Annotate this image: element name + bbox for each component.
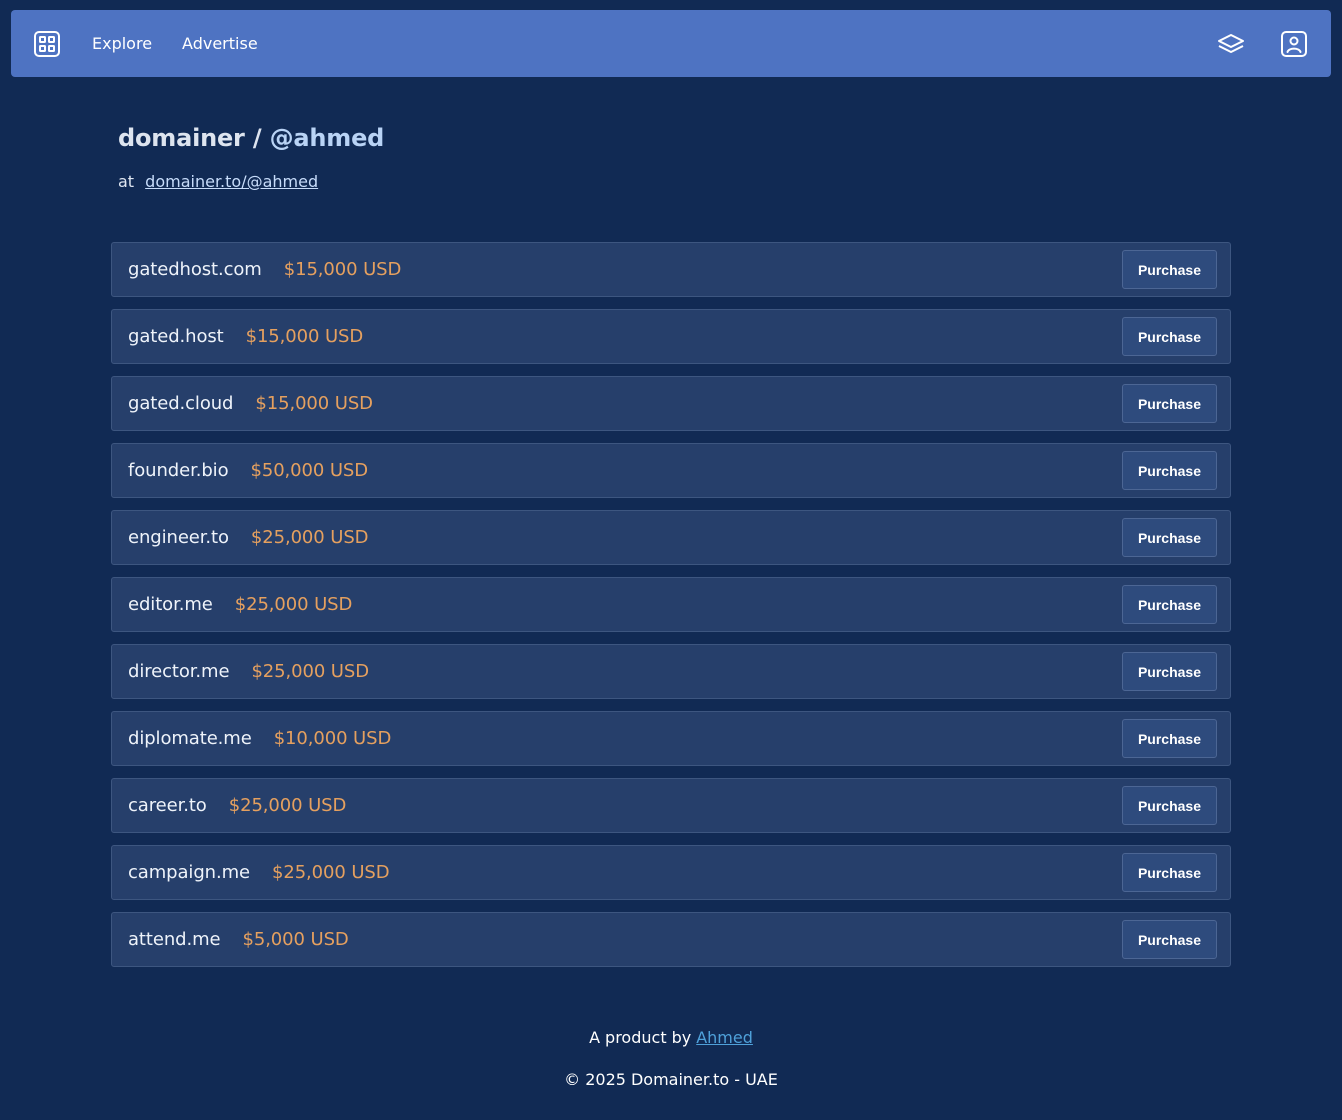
domain-row: campaign.me $25,000 USD Purchase — [111, 845, 1231, 900]
domain-row: editor.me $25,000 USD Purchase — [111, 577, 1231, 632]
footer-copyright: © 2025 Domainer.to - UAE — [0, 1070, 1342, 1089]
purchase-button[interactable]: Purchase — [1122, 719, 1217, 758]
domain-name[interactable]: career.to — [128, 795, 207, 816]
footer-credit: Aproduct by Ahmed — [0, 1028, 1342, 1047]
domain-row: attend.me $5,000 USD Purchase — [111, 912, 1231, 967]
footer-by: by — [671, 1028, 692, 1047]
domain-name[interactable]: gated.cloud — [128, 393, 233, 414]
profile-icon[interactable] — [1279, 29, 1309, 59]
domain-name[interactable]: director.me — [128, 661, 230, 682]
footer-brand: Domainer.to - UAE — [630, 1070, 778, 1089]
author-link[interactable]: Ahmed — [696, 1028, 753, 1047]
domain-name[interactable]: gatedhost.com — [128, 259, 262, 280]
nav-right — [1216, 10, 1331, 77]
domain-row: founder.bio $50,000 USD Purchase — [111, 443, 1231, 498]
domain-name[interactable]: engineer.to — [128, 527, 229, 548]
nav-link-advertise[interactable]: Advertise — [182, 34, 258, 53]
domain-price: $50,000 USD — [250, 460, 369, 481]
domain-row: director.me $25,000 USD Purchase — [111, 644, 1231, 699]
title-handle: @ahmed — [269, 124, 385, 152]
purchase-button[interactable]: Purchase — [1122, 451, 1217, 490]
purchase-button[interactable]: Purchase — [1122, 652, 1217, 691]
domain-name[interactable]: diplomate.me — [128, 728, 252, 749]
purchase-button[interactable]: Purchase — [1122, 317, 1217, 356]
domain-row: engineer.to $25,000 USD Purchase — [111, 510, 1231, 565]
grid-icon[interactable] — [33, 30, 61, 58]
purchase-button[interactable]: Purchase — [1122, 518, 1217, 557]
purchase-button[interactable]: Purchase — [1122, 585, 1217, 624]
purchase-button[interactable]: Purchase — [1122, 786, 1217, 825]
nav-link-explore[interactable]: Explore — [92, 34, 152, 53]
domain-name[interactable]: editor.me — [128, 594, 213, 615]
title-prefix: domainer / — [118, 124, 262, 152]
domain-price: $15,000 USD — [255, 393, 373, 414]
domain-price: $25,000 USD — [234, 594, 353, 615]
domain-row: diplomate.me $10,000 USD Purchase — [111, 711, 1231, 766]
purchase-button[interactable]: Purchase — [1122, 920, 1217, 959]
domain-row: career.to $25,000 USD Purchase — [111, 778, 1231, 833]
domain-row: gatedhost.com $15,000 USD Purchase — [111, 242, 1231, 297]
domain-row: gated.cloud $15,000 USD Purchase — [111, 376, 1231, 431]
domain-row: gated.host $15,000 USD Purchase — [111, 309, 1231, 364]
domain-name[interactable]: gated.host — [128, 326, 224, 347]
top-navbar: Explore Advertise — [11, 10, 1331, 77]
footer-a: A — [589, 1028, 601, 1047]
domain-price: $10,000 USD — [273, 728, 392, 749]
profile-header: domainer / @ahmed at domainer.to/@ahmed — [118, 124, 384, 191]
profile-subline: at domainer.to/@ahmed — [118, 172, 384, 191]
domain-list: gatedhost.com $15,000 USD Purchase gated… — [111, 242, 1231, 979]
domain-price: $25,000 USD — [250, 527, 369, 548]
at-label: at — [118, 172, 135, 191]
domain-name[interactable]: campaign.me — [128, 862, 250, 883]
domain-price: $15,000 USD — [245, 326, 364, 347]
purchase-button[interactable]: Purchase — [1122, 250, 1217, 289]
domain-price: $5,000 USD — [242, 929, 349, 950]
domain-price: $15,000 USD — [283, 259, 402, 280]
page-title: domainer / @ahmed — [118, 124, 384, 152]
domain-price: $25,000 USD — [251, 661, 369, 682]
layers-icon[interactable] — [1216, 29, 1246, 59]
domain-price: $25,000 USD — [228, 795, 347, 816]
purchase-button[interactable]: Purchase — [1122, 853, 1217, 892]
footer-product: product — [605, 1028, 667, 1047]
nav-left: Explore Advertise — [11, 10, 258, 77]
copyright-year: © 2025 — [564, 1070, 626, 1089]
domain-name[interactable]: founder.bio — [128, 460, 229, 481]
domain-name[interactable]: attend.me — [128, 929, 221, 950]
domain-price: $25,000 USD — [271, 862, 390, 883]
purchase-button[interactable]: Purchase — [1122, 384, 1217, 423]
profile-link[interactable]: domainer.to/@ahmed — [145, 172, 318, 191]
